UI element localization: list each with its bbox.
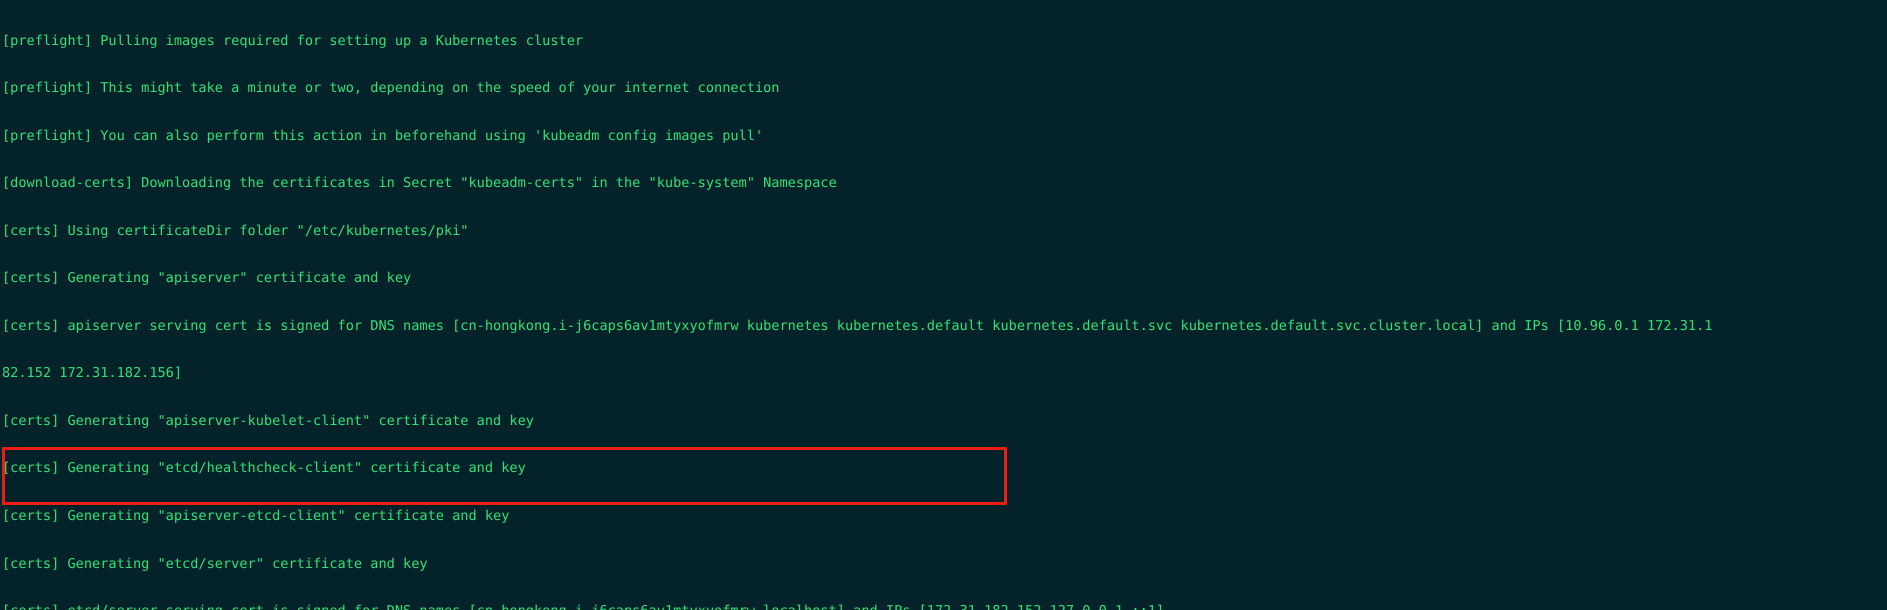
terminal-line: [certs] etcd/server serving cert is sign… xyxy=(2,603,1887,610)
terminal-line: [certs] Generating "etcd/healthcheck-cli… xyxy=(2,460,526,477)
terminal-window[interactable]: [preflight] Pulling images required for … xyxy=(0,0,1887,610)
terminal-line: [preflight] Pulling images required for … xyxy=(2,32,584,49)
terminal-line: [certs] Generating "apiserver" certifica… xyxy=(2,270,412,287)
terminal-line: [preflight] This might take a minute or … xyxy=(2,80,780,97)
terminal-line: [preflight] You can also perform this ac… xyxy=(2,127,764,144)
terminal-line: [certs] Generating "apiserver-kubelet-cl… xyxy=(2,412,534,429)
terminal-output[interactable]: [preflight] Pulling images required for … xyxy=(2,2,1887,610)
terminal-line: [certs] Generating "apiserver-etcd-clien… xyxy=(2,508,510,524)
terminal-line: [download-certs] Downloading the certifi… xyxy=(2,175,837,192)
terminal-line: [certs] apiserver serving cert is signed… xyxy=(2,317,1713,334)
terminal-line-wrapped: 82.152 172.31.182.156] xyxy=(2,365,183,382)
terminal-line: [certs] Using certificateDir folder "/et… xyxy=(2,222,469,239)
terminal-line: [certs] Generating "etcd/server" certifi… xyxy=(2,555,428,572)
